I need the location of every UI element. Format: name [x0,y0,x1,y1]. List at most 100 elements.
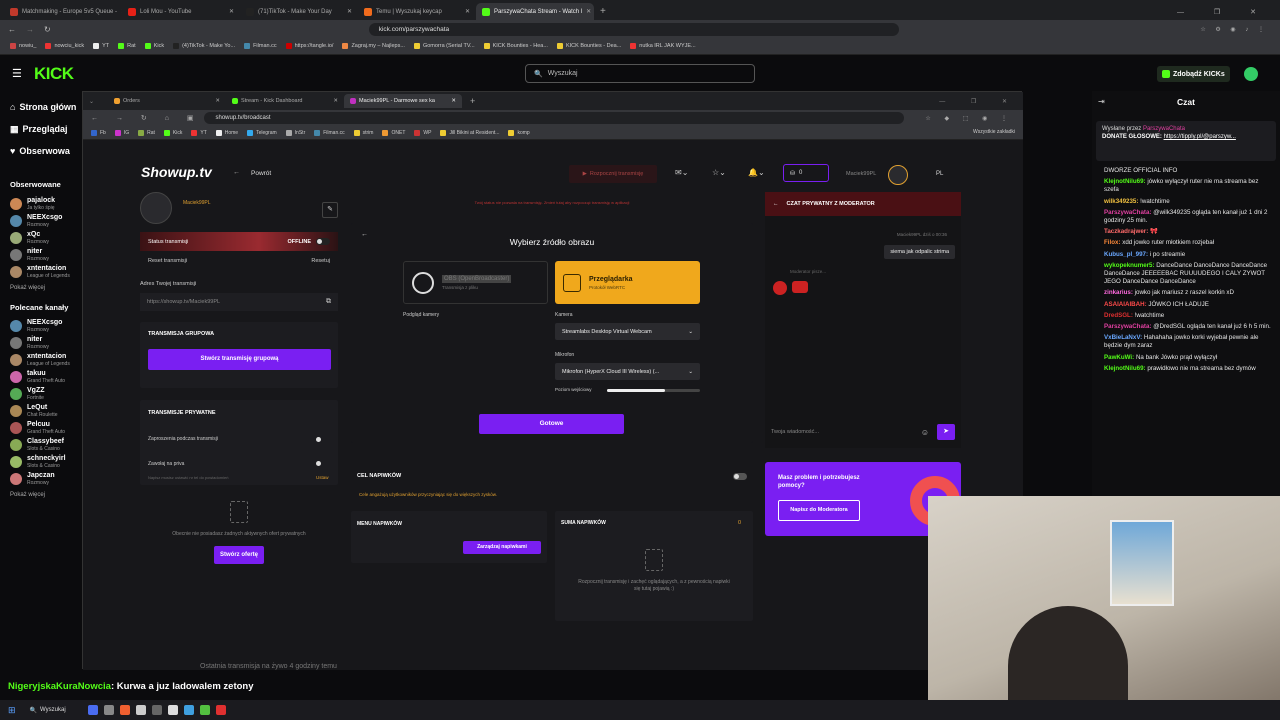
showup-logo[interactable]: Showup.tv [141,164,212,180]
star-icon[interactable]: ☆⌄ [712,168,726,177]
channel-item[interactable]: pajalock Ja tylko śpię [0,195,82,212]
inner-window-controls[interactable]: — ❐ ✕ [939,98,1023,105]
bookmark[interactable]: Filman.cc [244,43,277,49]
chat-username[interactable]: ParszywaChata: [1104,323,1151,330]
chat-username[interactable]: DredSGL: [1104,312,1133,319]
channel-item[interactable]: xntentacion League of Legends [0,263,82,280]
outer-tab[interactable]: ParszywaChata Stream - Watch l ✕ [476,3,594,20]
bookmark[interactable]: YT [93,43,109,49]
inner-extension-icons[interactable]: ☆ ◆ ⬚ ◉ ⋮ [925,115,1023,122]
bookmark[interactable]: Jill Bikini at Resident... [440,129,499,136]
all-bookmarks[interactable]: Wszystkie zakładki [973,129,1015,135]
bookmark[interactable]: Fb [91,129,106,136]
chat-username[interactable]: wilk349235: [1104,198,1138,205]
outer-tab[interactable]: (71)TikTok - Make Your Day ✕ [240,3,358,20]
chat-username[interactable]: Kubus_pl_997: [1104,251,1148,258]
back-icon[interactable]: ← [8,25,16,34]
channel-item[interactable]: takuu Grand Theft Auto [0,368,82,385]
app-icon[interactable] [199,705,210,715]
close-icon[interactable]: ✕ [586,8,591,15]
inner-tab[interactable]: Maciek99PL - Darmowe sex ka ✕ [344,94,463,108]
app-icon[interactable] [87,705,98,715]
header-avatar[interactable] [888,165,908,185]
mic-select[interactable]: Mikrofon (HyperX Cloud III Wireless) (..… [555,363,700,380]
back-arrow-icon[interactable]: ← [233,169,240,176]
chat-username[interactable]: ASAIAIAIBAH: [1104,301,1147,308]
app-icon[interactable] [183,705,194,715]
bookmark[interactable]: IG [114,129,129,136]
kick-nav-item[interactable]: ♥ Obserwowa [0,140,82,162]
outer-tab[interactable]: Temu | Wyszukaj keycap ✕ [358,3,476,20]
bookmark[interactable]: (4)TikTok - Make Yo... [173,43,235,49]
header-username[interactable]: Maciek99PL [846,171,876,177]
kick-nav-item[interactable]: ⌂ Strona główn [0,96,82,118]
pinned-link[interactable]: https://tipply.pl/@parszyw... [1164,134,1236,140]
outer-tab[interactable]: Matchmaking - Europe 5v5 Queue -✕ [4,3,122,20]
bookmark[interactable]: Kick [144,43,164,49]
chat-username[interactable]: zinkarius: [1104,289,1133,296]
app-icon[interactable] [135,705,146,715]
channel-item[interactable]: LeQut Chat Roulette [0,402,82,419]
extensions-icons[interactable]: ☆ ⚙ ◉ ♪ ⋮ [1200,26,1280,33]
modchat-input[interactable]: Twoja wiadomość... ☺ ➤ [771,422,955,442]
channel-item[interactable]: Pelcuu Grand Theft Auto [0,419,82,436]
inner-tab-menu-icon[interactable]: ⌄ [89,98,94,105]
reload-icon[interactable]: ↻ [44,25,51,34]
close-icon[interactable]: ✕ [229,8,234,15]
bookmark[interactable]: Rat [118,43,136,49]
channel-item[interactable]: Japczan Rozmowy [0,470,82,487]
bookmark[interactable]: Filman.cc [314,129,345,136]
bookmark[interactable]: strim [353,129,373,136]
bookmark[interactable]: Rat [138,129,155,136]
menu-icon[interactable]: ☰ [12,67,22,80]
back-link[interactable]: Powrót [251,170,271,177]
bookmark[interactable]: nutka IRL JAK WYJE... [630,43,696,49]
outer-tab[interactable]: Loli Mou - YouTube ✕ [122,3,240,20]
close-icon[interactable]: ✕ [333,98,338,104]
bell-icon[interactable]: 🔔⌄ [748,168,765,177]
bookmark[interactable]: nowiu_ [10,43,36,49]
chat-username[interactable]: Filox: [1104,239,1121,246]
chat-username[interactable]: Taczkadrajwer: [1104,228,1148,235]
bookmark[interactable]: InStr [285,129,305,136]
bookmark[interactable]: Telegram [247,129,277,136]
bookmark[interactable]: WP [414,129,431,136]
browser-option[interactable]: Przeglądarka Protokół WebRTC [555,261,700,304]
app-icon[interactable] [119,705,130,715]
modchat-back-icon[interactable]: ← [773,201,779,207]
ready-button[interactable]: Gotowe [479,414,624,434]
chat-username[interactable]: KlejnotNilu69: [1104,365,1146,372]
user-avatar[interactable] [1244,67,1258,81]
bookmark[interactable]: YT [191,129,207,136]
edit-icon[interactable]: ✎ [322,202,338,218]
bookmark[interactable]: ONET [382,129,405,136]
send-icon[interactable]: ➤ [937,424,955,440]
app-icon[interactable] [167,705,178,715]
taskbar-search[interactable]: 🔍 Wyszukaj [30,707,66,714]
get-kicks-button[interactable]: Zdobądź KICKs [1157,66,1230,82]
bookmark[interactable]: komp [508,129,530,136]
bookmark[interactable]: KICK Bounties - Hea... [483,43,548,49]
window-controls[interactable]: — ❐ ✕ [1177,8,1280,16]
kick-search[interactable]: 🔍 Wyszukaj [525,64,755,83]
copy-icon[interactable]: ⧉ [326,298,331,306]
mail-icon[interactable]: ✉⌄ [675,168,688,177]
close-icon[interactable]: ✕ [347,8,352,15]
close-icon[interactable]: ✕ [451,98,456,104]
kick-nav-item[interactable]: ▦ Przeglądaj [0,118,82,140]
forward-icon[interactable]: → [26,25,34,34]
chat-username[interactable]: PawKuWi: [1104,354,1134,361]
app-icon[interactable] [215,705,226,715]
app-icon[interactable] [103,705,114,715]
bookmark[interactable]: Gomorra (Serial TV... [413,43,475,49]
bookmark[interactable]: nowciu_kick [45,43,84,49]
new-tab-icon[interactable]: + [600,6,606,17]
status-toggle[interactable] [316,238,330,245]
bookmark[interactable]: Home [215,129,238,136]
create-offer-button[interactable]: Stwórz ofertę [214,546,264,564]
channel-item[interactable]: niter Rozmowy [0,334,82,351]
bookmark[interactable]: https://tangle.io/ [285,43,333,49]
reset-button[interactable]: Resetuj [311,258,330,264]
inner-nav-icons[interactable]: ← → ↻ ⌂ ▣ [91,114,202,122]
manage-tips-button[interactable]: Zarządzaj napiwkami [463,541,541,554]
